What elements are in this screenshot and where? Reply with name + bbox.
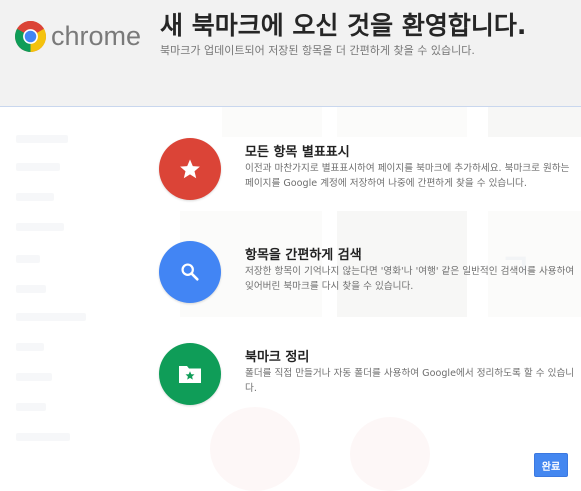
- feature-icon-circle: [159, 138, 221, 200]
- star-icon: [180, 159, 200, 179]
- chrome-wordmark: chrome: [51, 20, 142, 51]
- chrome-logo-icon: [15, 20, 46, 52]
- chrome-logo: chrome: [14, 18, 141, 54]
- page-subtitle: 북마크가 업데이트되어 저장된 항목을 더 간편하게 찾을 수 있습니다.: [160, 44, 475, 57]
- feature-description: 저장한 항목이 기억나지 않는다면 '영화'나 '여행' 같은 일반적인 검색어…: [245, 266, 575, 292]
- feature-icon-circle: [159, 343, 221, 405]
- feature-title: 항목을 간편하게 검색: [245, 248, 362, 263]
- search-icon: [181, 263, 199, 281]
- folder-star-icon: [179, 366, 201, 383]
- bookmarks-welcome-page: chrome 새 북마크에 오신 것을 환영합니다. 북마크가 업데이트되어 저…: [0, 0, 581, 491]
- page-title: 새 북마크에 오신 것을 환영합니다.: [160, 11, 527, 40]
- feature-title: 모든 항목 별표표시: [245, 145, 350, 160]
- welcome-header: chrome 새 북마크에 오신 것을 환영합니다. 북마크가 업데이트되어 저…: [0, 0, 581, 107]
- feature-icon-circle: [159, 241, 221, 303]
- feature-description: 이전과 마찬가지로 별표표시하여 페이지를 북마크에 추가하세요. 북마크로 원…: [245, 163, 570, 189]
- done-button[interactable]: 완료: [534, 453, 568, 477]
- feature-description: 폴더를 직접 만들거나 자동 폴더를 사용하여 Google에서 정리하도록 할…: [245, 368, 575, 394]
- feature-title: 북마크 정리: [245, 350, 310, 365]
- feature-list: 모든 항목 별표표시 이전과 마찬가지로 별표표시하여 페이지를 북마크에 추가…: [0, 107, 581, 491]
